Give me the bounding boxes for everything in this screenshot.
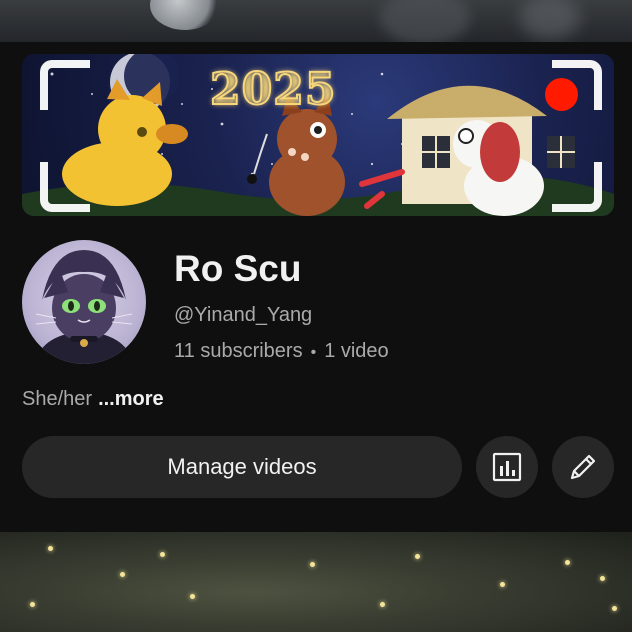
channel-avatar[interactable] xyxy=(22,240,146,364)
manage-videos-button[interactable]: Manage videos xyxy=(22,436,462,498)
channel-header-panel: 2025 Ro Scu @Yinand_Yang 11 subscribers … xyxy=(0,42,632,532)
video-count: 1 video xyxy=(324,340,389,362)
channel-name: Ro Scu xyxy=(174,248,302,289)
frame-corner-bottom-right xyxy=(552,162,602,212)
pencil-icon xyxy=(570,454,596,480)
bar-chart-icon xyxy=(492,452,522,482)
subscriber-count: 11 subscribers xyxy=(174,340,303,362)
edit-channel-button[interactable] xyxy=(552,436,614,498)
stats-separator: • xyxy=(310,344,317,361)
banner-year-text: 2025 xyxy=(209,63,337,116)
more-link[interactable]: ...more xyxy=(98,388,164,410)
avatar-artwork xyxy=(35,250,133,364)
frame-corner-bottom-left xyxy=(40,162,90,212)
channel-banner[interactable]: 2025 xyxy=(22,54,614,216)
moon-shape xyxy=(150,0,220,30)
channel-stats: 11 subscribers • 1 video xyxy=(174,340,389,363)
channel-handle: @Yinand_Yang xyxy=(174,304,313,326)
analytics-button[interactable] xyxy=(476,436,538,498)
description-text: She/her xyxy=(22,388,93,410)
channel-description[interactable]: She/her ...more xyxy=(22,388,164,411)
background-strip-bottom xyxy=(0,532,632,632)
frame-corner-top-left xyxy=(40,60,90,110)
record-dot-icon xyxy=(545,78,578,111)
background-strip-top xyxy=(0,0,632,42)
